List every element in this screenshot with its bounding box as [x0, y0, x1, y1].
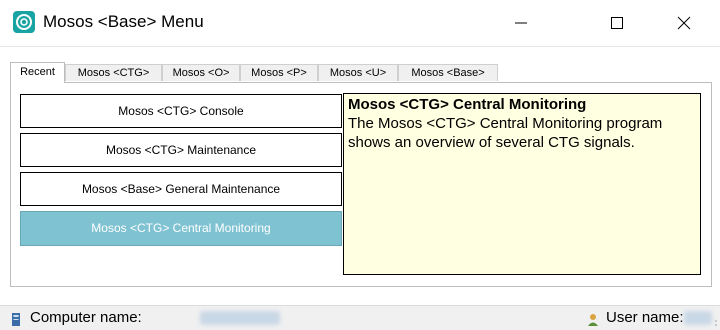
computer-name-value	[200, 311, 280, 325]
menu-item-base-general-maintenance[interactable]: Mosos <Base> General Maintenance	[20, 172, 342, 206]
title-bar: Mosos <Base> Menu	[0, 0, 720, 47]
info-title: Mosos <CTG> Central Monitoring	[348, 96, 587, 113]
user-name-label: User name:	[606, 309, 684, 326]
tab-mosos-o[interactable]: Mosos <O>	[162, 64, 240, 81]
computer-name-label: Computer name:	[30, 309, 142, 326]
user-icon	[588, 313, 598, 326]
maximize-icon	[611, 17, 623, 29]
tab-mosos-u[interactable]: Mosos <U>	[318, 64, 398, 81]
close-button[interactable]	[656, 0, 712, 46]
resize-grip-icon[interactable]	[712, 318, 718, 328]
tab-mosos-p[interactable]: Mosos <P>	[240, 64, 318, 81]
tab-mosos-base[interactable]: Mosos <Base>	[398, 64, 498, 81]
minimize-button[interactable]	[493, 0, 549, 46]
tab-mosos-ctg[interactable]: Mosos <CTG>	[65, 64, 162, 81]
maximize-button[interactable]	[589, 0, 645, 46]
tab-panel-recent: Mosos <CTG> Console Mosos <CTG> Maintena…	[10, 82, 712, 287]
menu-item-ctg-console[interactable]: Mosos <CTG> Console	[20, 94, 342, 128]
tab-strip: Recent Mosos <CTG> Mosos <O> Mosos <P> M…	[10, 62, 714, 83]
close-icon	[677, 16, 691, 30]
menu-item-ctg-central-monitoring[interactable]: Mosos <CTG> Central Monitoring	[20, 211, 342, 246]
minimize-icon	[515, 22, 527, 24]
window-title: Mosos <Base> Menu	[43, 12, 204, 31]
info-box: Mosos <CTG> Central Monitoring The Mosos…	[343, 93, 701, 275]
info-description: The Mosos <CTG> Central Monitoring progr…	[348, 115, 663, 151]
user-name-value	[684, 311, 712, 325]
status-bar: Computer name: User name:	[0, 305, 720, 330]
menu-item-ctg-maintenance[interactable]: Mosos <CTG> Maintenance	[20, 133, 342, 167]
app-icon	[13, 11, 35, 33]
computer-icon	[11, 313, 21, 326]
tab-recent[interactable]: Recent	[10, 62, 65, 83]
